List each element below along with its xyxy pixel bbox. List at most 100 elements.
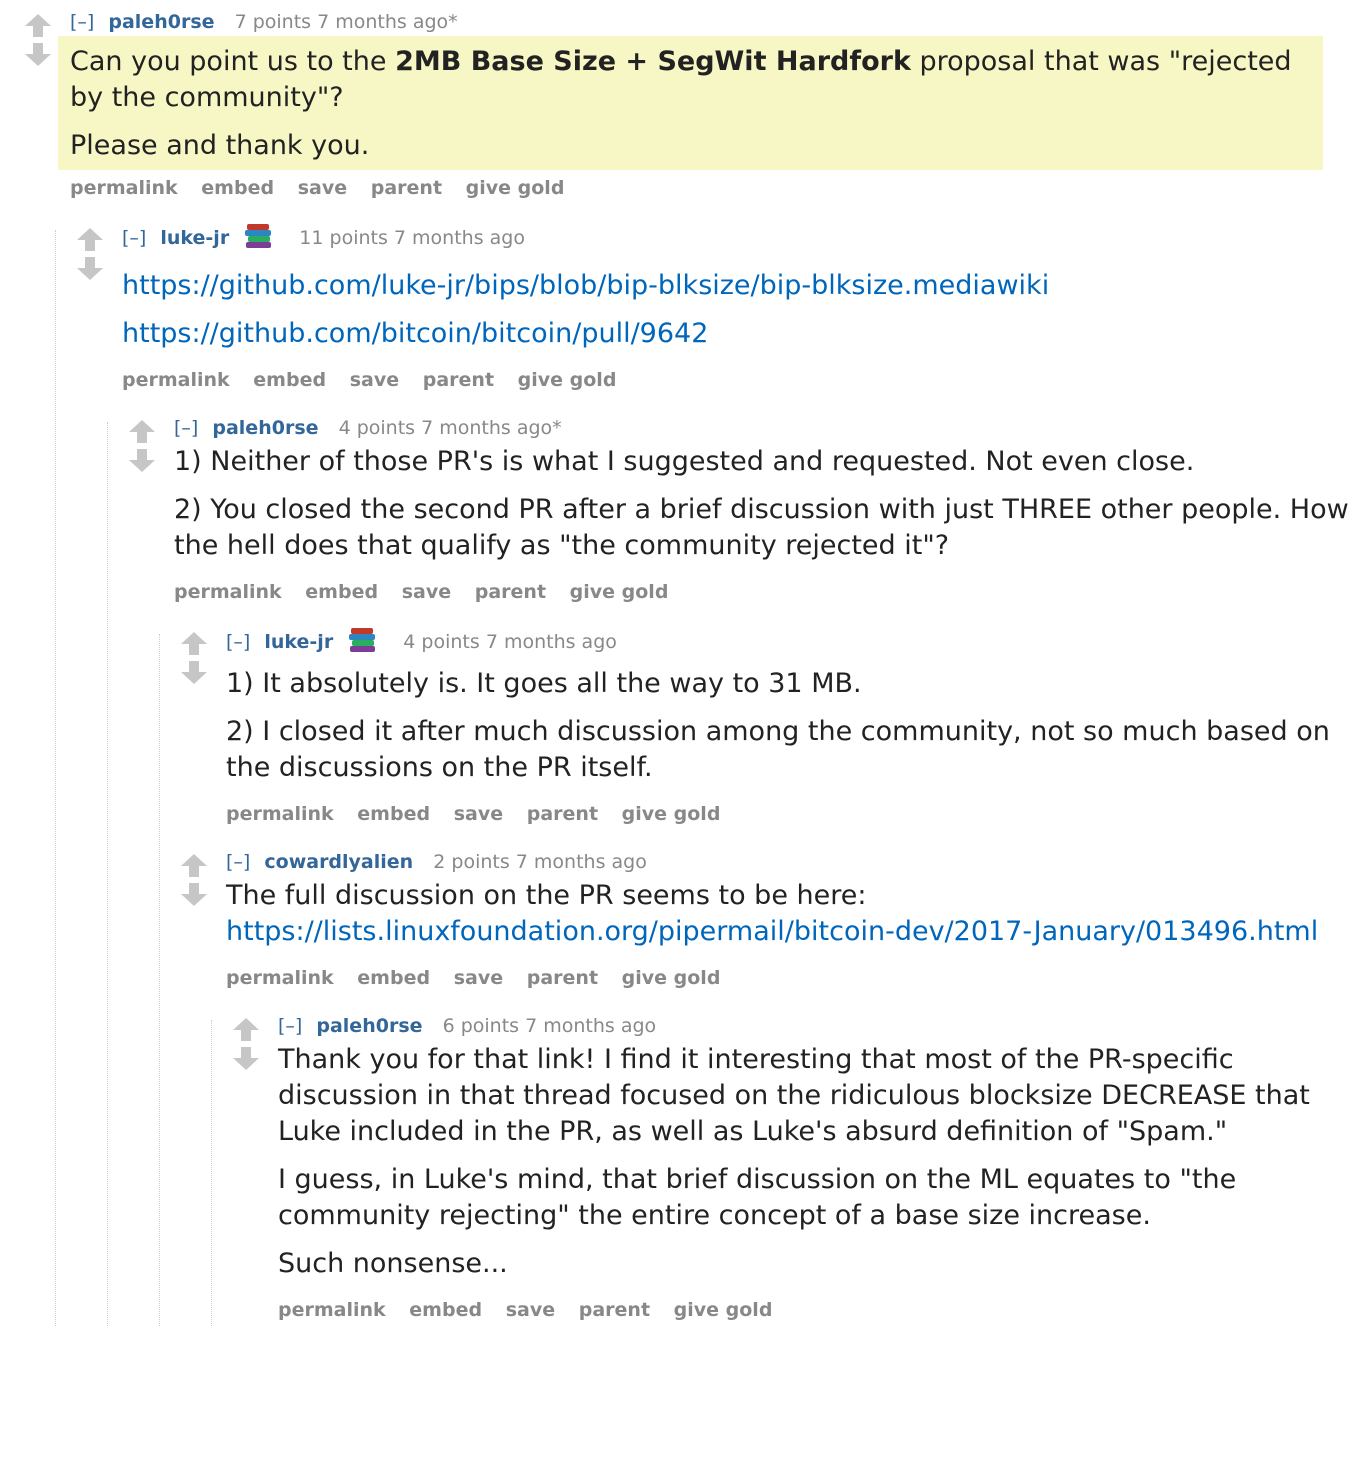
comment: [–] luke-jr 4 points 7 months ago 1) It … xyxy=(174,626,1358,830)
child-comments: [–] paleh0rse 4 points 7 months ago* 1) … xyxy=(107,414,1358,1326)
comment-paragraph: Thank you for that link! I find it inter… xyxy=(278,1044,1310,1147)
score: 4 points xyxy=(338,417,416,439)
parent-button[interactable]: parent xyxy=(527,967,598,989)
timestamp: 7 months ago* xyxy=(317,11,458,33)
embed-button[interactable]: embed xyxy=(253,369,326,391)
embed-button[interactable]: embed xyxy=(305,581,378,603)
child-comments: [–] paleh0rse 6 points 7 months ago Than… xyxy=(211,1012,1358,1326)
downvote-icon[interactable] xyxy=(122,448,162,478)
embed-button[interactable]: embed xyxy=(357,967,430,989)
comment-actions: permalink embed save parent give gold xyxy=(122,364,1358,396)
vote-arrows xyxy=(70,226,110,286)
score: 4 points xyxy=(403,631,480,653)
comment-paragraph: Please and thank you. xyxy=(70,130,370,161)
downvote-icon[interactable] xyxy=(226,1046,266,1076)
author-link[interactable]: luke-jr xyxy=(264,631,333,653)
downvote-icon[interactable] xyxy=(174,660,214,690)
save-button[interactable]: save xyxy=(402,581,451,603)
comment-actions: permalink embed save parent give gold xyxy=(70,172,1358,204)
collapse-toggle[interactable]: [–] xyxy=(226,631,250,653)
downvote-icon[interactable] xyxy=(18,42,58,72)
author-link[interactable]: paleh0rse xyxy=(316,1015,422,1037)
score: 2 points xyxy=(433,851,510,873)
comment-tagline: [–] luke-jr 11 points 7 months ago xyxy=(122,222,1358,258)
vote-arrows xyxy=(174,852,214,912)
mailing-list-link[interactable]: https://lists.linuxfoundation.org/piperm… xyxy=(226,916,1318,947)
comment-paragraph: Such nonsense... xyxy=(278,1248,508,1279)
give-gold-button[interactable]: give gold xyxy=(518,369,617,391)
give-gold-button[interactable]: give gold xyxy=(674,1299,773,1321)
parent-button[interactable]: parent xyxy=(527,803,598,825)
permalink-button[interactable]: permalink xyxy=(70,177,178,199)
save-button[interactable]: save xyxy=(454,803,503,825)
github-link[interactable]: https://github.com/luke-jr/bips/blob/bip… xyxy=(122,270,1049,301)
comment-paragraph: 1) Neither of those PR's is what I sugge… xyxy=(174,446,1195,477)
embed-button[interactable]: embed xyxy=(409,1299,482,1321)
comment-paragraph: Can you point us to the 2MB Base Size + … xyxy=(70,46,1292,113)
give-gold-button[interactable]: give gold xyxy=(570,581,669,603)
author-link[interactable]: luke-jr xyxy=(160,227,229,249)
comment-actions: permalink embed save parent give gold xyxy=(278,1294,1358,1326)
comment-paragraph: The full discussion on the PR seems to b… xyxy=(226,880,1319,947)
permalink-button[interactable]: permalink xyxy=(122,369,230,391)
comment: [–] paleh0rse 7 points 7 months ago* Can… xyxy=(18,8,1358,1326)
comment-body: 1) Neither of those PR's is what I sugge… xyxy=(174,444,1358,564)
save-button[interactable]: save xyxy=(298,177,347,199)
timestamp: 7 months ago xyxy=(515,851,647,873)
comment-paragraph: 2) You closed the second PR after a brie… xyxy=(174,494,1349,561)
upvote-icon[interactable] xyxy=(70,226,110,256)
collapse-toggle[interactable]: [–] xyxy=(70,11,94,33)
vote-arrows xyxy=(122,418,162,478)
give-gold-button[interactable]: give gold xyxy=(466,177,565,199)
save-button[interactable]: save xyxy=(506,1299,555,1321)
comment-actions: permalink embed save parent give gold xyxy=(174,576,1358,608)
github-link[interactable]: https://github.com/bitcoin/bitcoin/pull/… xyxy=(122,318,708,349)
downvote-icon[interactable] xyxy=(70,256,110,286)
timestamp: 7 months ago* xyxy=(421,417,562,439)
permalink-button[interactable]: permalink xyxy=(226,803,334,825)
comment-tagline: [–] paleh0rse 7 points 7 months ago* xyxy=(70,8,1358,36)
embed-button[interactable]: embed xyxy=(357,803,430,825)
timestamp: 7 months ago xyxy=(525,1015,657,1037)
upvote-icon[interactable] xyxy=(174,852,214,882)
permalink-button[interactable]: permalink xyxy=(226,967,334,989)
give-gold-button[interactable]: give gold xyxy=(622,967,721,989)
comment-actions: permalink embed save parent give gold xyxy=(226,798,1358,830)
comment-paragraph: 1) It absolutely is. It goes all the way… xyxy=(226,668,862,699)
author-link[interactable]: paleh0rse xyxy=(212,417,318,439)
upvote-icon[interactable] xyxy=(18,12,58,42)
parent-button[interactable]: parent xyxy=(423,369,494,391)
score: 7 points xyxy=(234,11,312,33)
collapse-toggle[interactable]: [–] xyxy=(226,851,250,873)
collapse-toggle[interactable]: [–] xyxy=(174,417,198,439)
comment-body: Can you point us to the 2MB Base Size + … xyxy=(58,36,1323,170)
upvote-icon[interactable] xyxy=(226,1016,266,1046)
embed-button[interactable]: embed xyxy=(201,177,274,199)
save-button[interactable]: save xyxy=(454,967,503,989)
comment-body: 1) It absolutely is. It goes all the way… xyxy=(226,666,1358,786)
collapse-toggle[interactable]: [–] xyxy=(278,1015,302,1037)
comment-body: Thank you for that link! I find it inter… xyxy=(278,1042,1358,1282)
child-comments: [–] luke-jr 11 points 7 months ago https… xyxy=(55,222,1358,1326)
comment: [–] luke-jr 11 points 7 months ago https… xyxy=(70,222,1358,1326)
author-link[interactable]: cowardlyalien xyxy=(264,851,413,873)
permalink-button[interactable]: permalink xyxy=(174,581,282,603)
author-link[interactable]: paleh0rse xyxy=(108,11,214,33)
comment-paragraph: 2) I closed it after much discussion amo… xyxy=(226,716,1330,783)
parent-button[interactable]: parent xyxy=(371,177,442,199)
give-gold-button[interactable]: give gold xyxy=(622,803,721,825)
upvote-icon[interactable] xyxy=(122,418,162,448)
upvote-icon[interactable] xyxy=(174,630,214,660)
comment-body: The full discussion on the PR seems to b… xyxy=(226,878,1358,950)
books-flair-icon xyxy=(347,626,379,662)
parent-button[interactable]: parent xyxy=(579,1299,650,1321)
comment-tagline: [–] luke-jr 4 points 7 months ago xyxy=(226,626,1358,662)
vote-arrows xyxy=(18,12,58,72)
downvote-icon[interactable] xyxy=(174,882,214,912)
permalink-button[interactable]: permalink xyxy=(278,1299,386,1321)
comment-tagline: [–] paleh0rse 4 points 7 months ago* xyxy=(174,414,1358,442)
parent-button[interactable]: parent xyxy=(475,581,546,603)
save-button[interactable]: save xyxy=(350,369,399,391)
timestamp: 7 months ago xyxy=(393,227,525,249)
collapse-toggle[interactable]: [–] xyxy=(122,227,146,249)
